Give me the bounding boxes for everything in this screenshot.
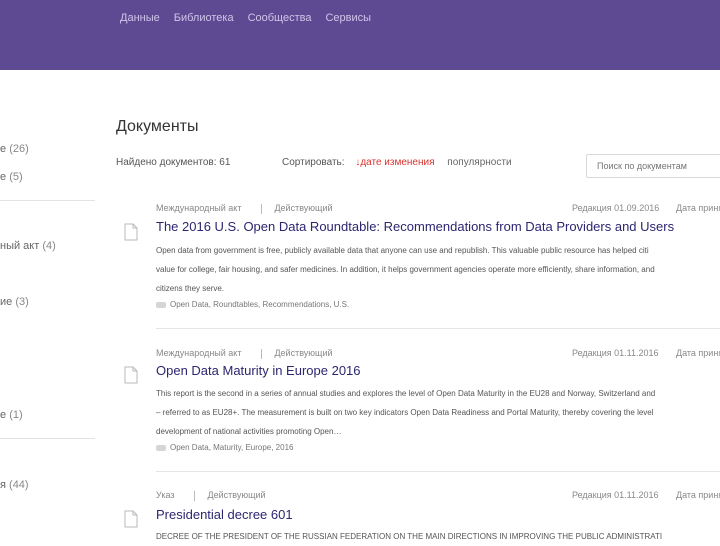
sidebar-item-count: (1) (9, 409, 23, 421)
sidebar-divider (0, 200, 95, 201)
sidebar-item-label: ие (0, 296, 13, 308)
sidebar-item-label: ный акт (0, 240, 40, 252)
nav-item-communities[interactable]: Сообщества (248, 12, 312, 24)
document-title-link[interactable]: Open Data Maturity in Europe 2016 (156, 363, 361, 378)
sort-by-date-link[interactable]: дате изменения (360, 157, 434, 168)
sidebar-filter-item[interactable]: е (5) (0, 171, 23, 183)
document-description: This report is the second in a series of… (156, 384, 720, 441)
description-line: – referred to as EU28+. The measurement … (156, 408, 654, 417)
results-count: Найдено документов: 61 (116, 157, 231, 168)
document-type: Международный акт (156, 348, 242, 358)
document-description: DECREE OF THE PRESIDENT OF THE RUSSIAN F… (156, 527, 720, 546)
document-file-icon (124, 223, 138, 241)
document-meta: Международный акт Действующий (156, 348, 333, 359)
meta-separator (261, 203, 263, 214)
sort-by-popularity-link[interactable]: популярности (447, 157, 511, 168)
meta-separator (261, 348, 263, 359)
nav-item-data[interactable]: Данные (120, 12, 160, 24)
description-line: DECREE OF THE PRESIDENT OF THE RUSSIAN F… (156, 532, 663, 541)
document-type: Международный акт (156, 203, 242, 213)
document-divider (156, 471, 720, 472)
document-meta: Указ Действующий (156, 490, 266, 501)
description-line: Open data from government is free, publi… (156, 246, 649, 255)
sidebar-item-count: (26) (9, 143, 29, 155)
meta-separator (194, 490, 196, 501)
sidebar-item-label: я (0, 479, 6, 491)
sidebar-divider (0, 438, 95, 439)
sidebar-item-count: (4) (42, 240, 56, 252)
document-file-icon (124, 366, 138, 384)
description-line: development of national activities promo… (156, 427, 342, 436)
sidebar-filter-item[interactable]: я (44) (0, 479, 29, 491)
document-accepted-date: Дата приня (676, 203, 720, 213)
sidebar-item-label: е (0, 143, 7, 155)
main-nav: Данные Библиотека Сообщества Сервисы (120, 12, 371, 24)
sidebar-item-count: (5) (9, 171, 23, 183)
document-title-link[interactable]: Presidential decree 601 (156, 507, 293, 522)
page-title: Документы (116, 118, 199, 135)
sidebar-item-count: (3) (15, 296, 29, 308)
document-status: Действующий (207, 490, 266, 500)
sidebar-item-label: е (0, 409, 7, 421)
tag-icon (156, 301, 166, 308)
description-line: This report is the second in a series of… (156, 389, 656, 398)
document-edition-date: Редакция 01.11.2016 (572, 348, 659, 358)
document-file-icon (124, 510, 138, 528)
document-accepted-date: Дата приня (676, 490, 720, 500)
description-line: citizens they serve. (156, 284, 225, 293)
document-description: Open data from government is free, publi… (156, 241, 720, 298)
nav-item-services[interactable]: Сервисы (325, 12, 371, 24)
document-tags-text: Open Data, Roundtables, Recommendations,… (170, 300, 350, 309)
tag-icon (156, 444, 166, 451)
document-status: Действующий (274, 348, 333, 358)
document-edition-date: Редакция 01.09.2016 (572, 203, 660, 213)
document-tags-text: Open Data, Maturity, Europe, 2016 (170, 443, 294, 452)
document-tags[interactable]: Open Data, Maturity, Europe, 2016 (156, 443, 293, 452)
sort-label: Сортировать: (282, 157, 345, 168)
sidebar-filter-item[interactable]: ие (3) (0, 296, 29, 308)
document-meta: Международный акт Действующий (156, 203, 333, 214)
nav-item-library[interactable]: Библиотека (174, 12, 234, 24)
document-tags[interactable]: Open Data, Roundtables, Recommendations,… (156, 300, 349, 309)
document-accepted-date: Дата приня (676, 348, 720, 358)
description-line: value for college, fair housing, and saf… (156, 265, 655, 274)
sidebar-item-label: е (0, 171, 7, 183)
sidebar-filter-item[interactable]: е (1) (0, 409, 23, 421)
sidebar-item-count: (44) (9, 479, 29, 491)
document-type: Указ (156, 490, 175, 500)
sidebar-filter-item[interactable]: ный акт (4) (0, 240, 56, 252)
document-edition-date: Редакция 01.11.2016 (572, 490, 659, 500)
document-status: Действующий (274, 203, 333, 213)
document-divider (156, 328, 720, 329)
sidebar-filter-item[interactable]: е (26) (0, 143, 29, 155)
top-header-bar: Данные Библиотека Сообщества Сервисы (0, 0, 720, 70)
sort-controls: Сортировать: ↓дате изменения популярност… (282, 157, 512, 168)
document-search-input[interactable] (586, 154, 720, 178)
document-title-link[interactable]: The 2016 U.S. Open Data Roundtable: Reco… (156, 219, 674, 234)
